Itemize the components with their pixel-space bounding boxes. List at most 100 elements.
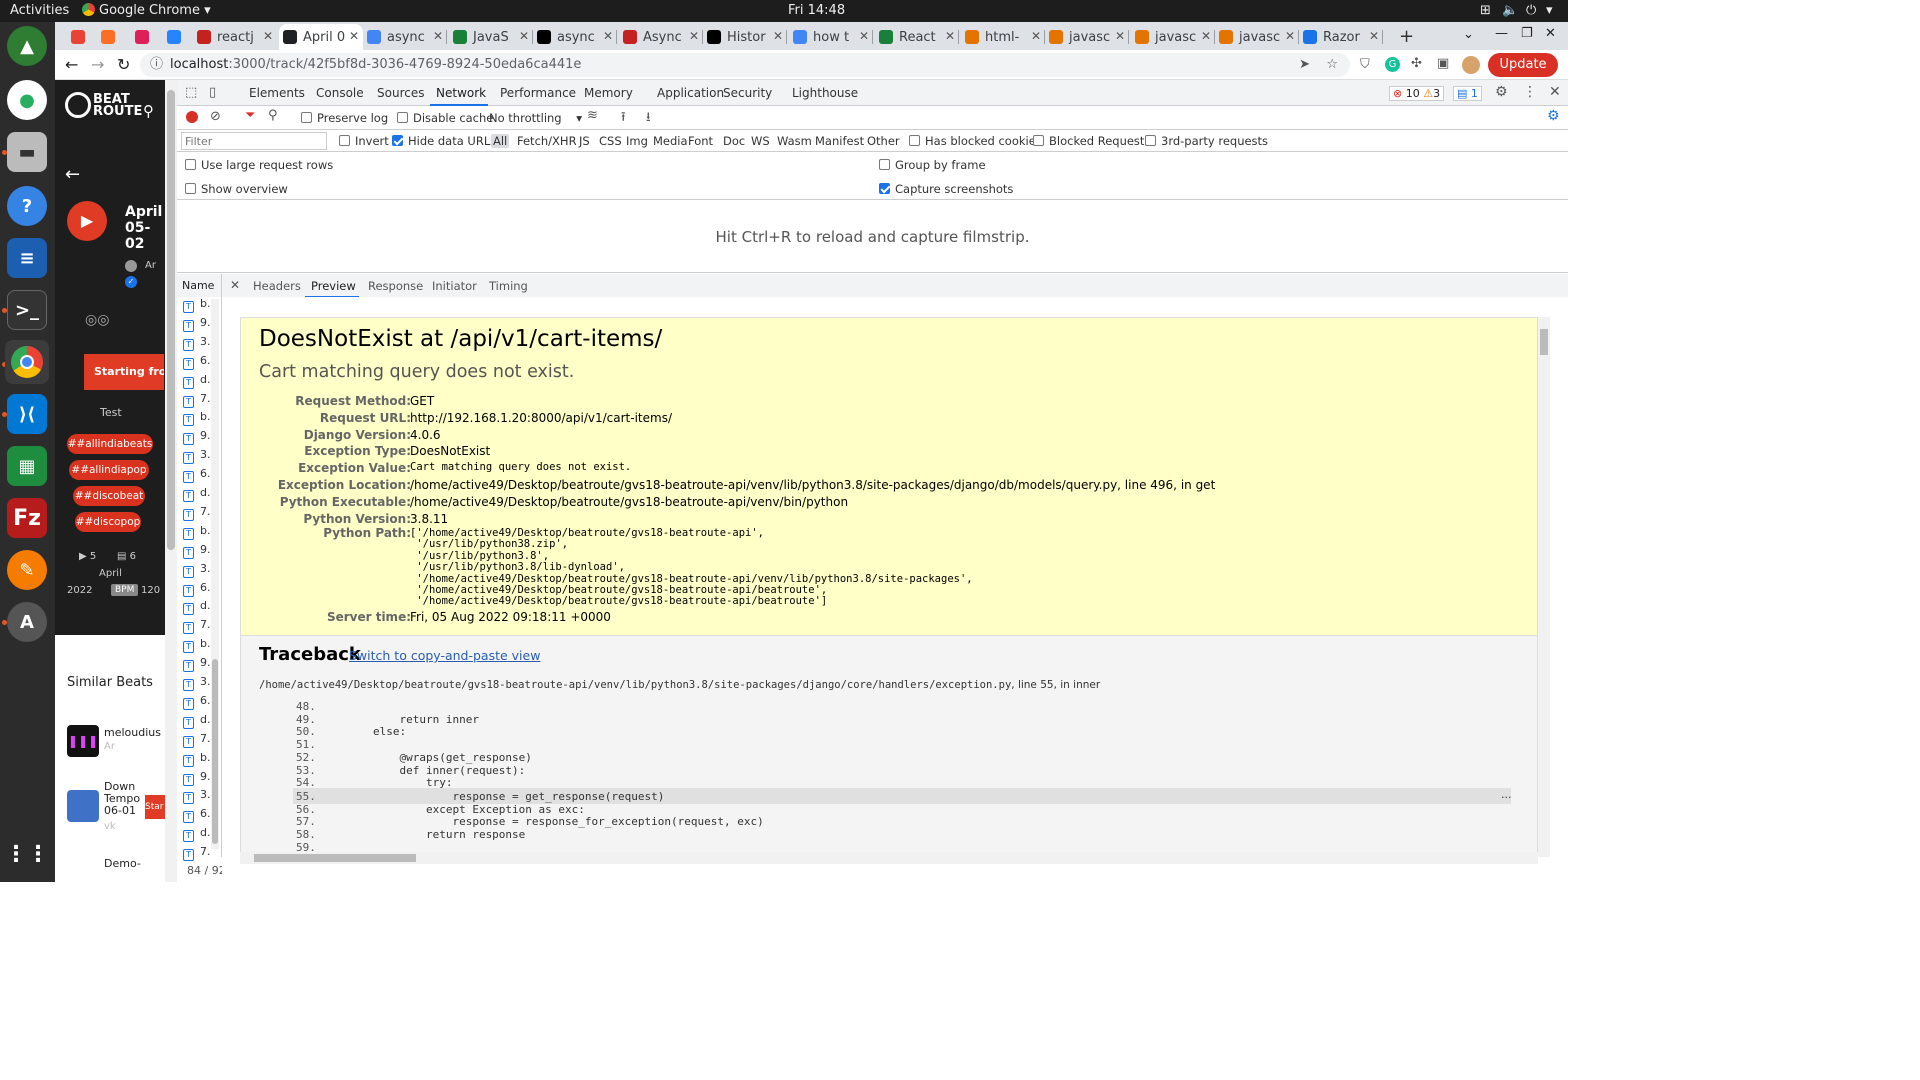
tab-close-icon[interactable]: ✕ — [1369, 29, 1379, 43]
request-row[interactable]: T 3. — [183, 675, 211, 691]
gmail-pinned-tab[interactable] — [67, 24, 89, 50]
more-options-icon[interactable]: ⋮ — [1523, 84, 1537, 100]
blocked-requests-checkbox[interactable]: Blocked Requests — [1033, 134, 1150, 148]
type-filter-all[interactable]: All — [491, 134, 510, 148]
filter-input[interactable] — [181, 132, 327, 150]
tag-chip[interactable]: ##discopop — [75, 512, 141, 532]
close-window-button[interactable]: ✕ — [1545, 26, 1556, 41]
page-scrollbar[interactable] — [165, 80, 177, 882]
address-bar[interactable]: ⓘ localhost:3000/track/42f5bf8d-3036-476… — [140, 53, 1350, 77]
panel-tab-console[interactable]: Console — [316, 86, 364, 100]
type-filter-manifest[interactable]: Manifest — [815, 134, 864, 148]
reload-button[interactable]: ↻ — [117, 55, 130, 74]
request-row[interactable]: Tb. — [183, 297, 210, 313]
power-icon[interactable]: ⏻ — [1526, 3, 1536, 18]
request-row[interactable]: T 7. — [183, 845, 211, 862]
updater-icon[interactable]: A — [7, 602, 47, 642]
back-arrow-icon[interactable]: ← — [65, 164, 80, 185]
app-menu[interactable]: Google Chrome ▾ — [82, 3, 211, 18]
request-row[interactable]: Tb. — [183, 751, 210, 767]
tab-close-icon[interactable]: ✕ — [433, 29, 443, 43]
tab-search-icon[interactable]: ⌄ — [1463, 27, 1474, 42]
panel-tab-network[interactable]: Network — [436, 86, 486, 100]
detail-tab-response[interactable]: Response — [368, 279, 423, 293]
forward-button[interactable]: → — [91, 55, 104, 74]
more-context-ellipsis[interactable]: ... — [1501, 788, 1512, 801]
panel-tab-memory[interactable]: Memory — [584, 86, 633, 100]
panel-tab-elements[interactable]: Elements — [249, 86, 305, 100]
request-row[interactable]: T 3. — [183, 562, 211, 578]
info-icon[interactable]: ⓘ — [150, 53, 163, 77]
throttling-select[interactable]: No throttling ▾ — [489, 111, 582, 125]
send-icon[interactable]: ➤ — [1299, 53, 1310, 77]
calc-icon[interactable]: ▦ — [7, 446, 47, 486]
browser-tab[interactable]: Async ✕ — [619, 24, 703, 50]
tab-close-icon[interactable]: ✕ — [519, 29, 529, 43]
files-icon[interactable]: ▬ — [7, 132, 47, 172]
tab-close-icon[interactable]: ✕ — [1285, 29, 1295, 43]
request-row[interactable]: T 7. — [183, 732, 211, 748]
activities-button[interactable]: Activities — [10, 3, 69, 18]
scroll-thumb[interactable] — [254, 854, 416, 862]
volume-icon[interactable]: 🔈 — [1502, 3, 1518, 18]
beat-thumbnail[interactable]: ❚❚❚ — [67, 725, 99, 757]
detail-tab-headers[interactable]: Headers — [253, 279, 301, 293]
type-filter-other[interactable]: Other — [867, 134, 900, 148]
tag-chip[interactable]: ##discobeat — [73, 486, 145, 506]
tab-close-icon[interactable]: ✕ — [1115, 29, 1125, 43]
show-overview-checkbox[interactable]: Show overview — [185, 182, 288, 196]
tag-chip[interactable]: ##allindiabeats — [67, 434, 153, 454]
panel-tab-sources[interactable]: Sources — [377, 86, 424, 100]
profile-avatar[interactable] — [1462, 56, 1480, 74]
beat-artist[interactable]: Ar — [104, 741, 115, 752]
show-apps-icon[interactable]: ⋮⋮ — [5, 834, 49, 874]
tab-close-icon[interactable]: ✕ — [945, 29, 955, 43]
close-detail-icon[interactable]: ✕ — [230, 278, 240, 292]
type-filter-fetch-xhr[interactable]: Fetch/XHR — [517, 134, 577, 148]
type-filter-img[interactable]: Img — [626, 134, 648, 148]
new-tab-button[interactable]: + — [1399, 26, 1414, 47]
type-filter-media[interactable]: Media — [653, 134, 688, 148]
messages-counter[interactable]: ▤ 1 — [1453, 86, 1482, 101]
browser-tab[interactable]: how t ✕ — [789, 24, 873, 50]
request-row[interactable]: T 7. — [183, 618, 211, 635]
request-row[interactable]: Td. — [183, 599, 210, 616]
beat-thumbnail[interactable] — [67, 790, 99, 822]
filter-icon[interactable]: ⏷ — [245, 108, 255, 123]
request-row[interactable]: T 9. — [183, 543, 211, 559]
tab-close-icon[interactable]: ✕ — [603, 29, 613, 43]
clock[interactable]: Fri 14:48 — [788, 3, 845, 18]
request-row[interactable]: T 6. — [183, 807, 211, 824]
slack-pinned-tab[interactable] — [131, 24, 153, 50]
request-row[interactable]: Tb. — [183, 524, 210, 540]
preview-v-scrollbar[interactable] — [1538, 317, 1550, 857]
hide-data-urls-checkbox[interactable]: Hide data URLs — [392, 134, 496, 148]
type-filter-wasm[interactable]: Wasm — [777, 134, 812, 148]
network-conditions-icon[interactable]: ≋ — [587, 108, 598, 123]
device-toolbar-icon[interactable]: ▯ — [209, 85, 216, 100]
request-row[interactable]: Td. — [183, 713, 210, 729]
import-har-icon[interactable]: ⭱ — [621, 108, 626, 130]
panel-tab-application[interactable]: Application — [657, 86, 724, 100]
request-row[interactable]: Td. — [183, 486, 210, 502]
request-row[interactable]: T 9. — [183, 429, 211, 446]
copy-paste-view-link[interactable]: Switch to copy-and-paste view — [349, 648, 540, 663]
rocket-app-icon[interactable]: ▲ — [7, 26, 47, 66]
blocked-cookies-checkbox[interactable]: Has blocked cookies — [909, 134, 1042, 148]
request-row[interactable]: T 3. — [183, 448, 211, 465]
type-filter-css[interactable]: CSS — [599, 134, 622, 148]
request-row[interactable]: T 6. — [183, 354, 211, 370]
tab-close-icon[interactable]: ✕ — [349, 29, 359, 43]
chevron-down-icon[interactable]: ▾ — [1546, 3, 1553, 18]
request-row[interactable]: T 9. — [183, 316, 211, 332]
terminal-icon[interactable]: >_ — [7, 290, 47, 330]
request-row[interactable]: T 9. — [183, 770, 211, 786]
browser-tab[interactable]: javasc ✕ — [1215, 24, 1299, 50]
search-icon[interactable]: ⚲ — [268, 108, 278, 123]
browser-tab[interactable]: React ✕ — [875, 24, 959, 50]
tab-close-icon[interactable]: ✕ — [1031, 29, 1041, 43]
search-icon[interactable]: ⚲ — [143, 102, 154, 120]
disable-cache-checkbox[interactable]: Disable cache — [397, 111, 493, 125]
type-filter-font[interactable]: Font — [688, 134, 713, 148]
request-row[interactable]: Td. — [183, 373, 210, 389]
